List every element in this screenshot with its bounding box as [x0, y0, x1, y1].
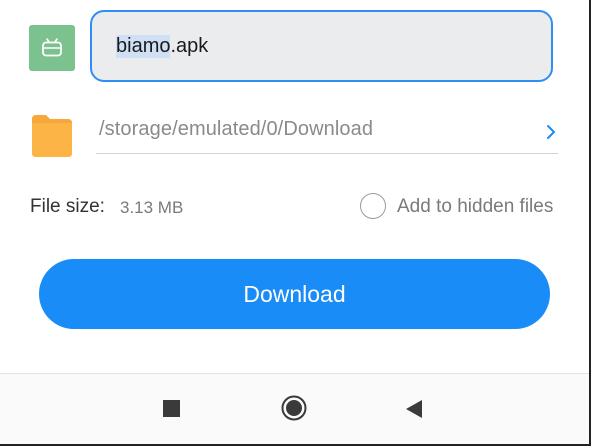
filename-extension-text: .apk — [170, 34, 209, 57]
file-size-value: 3.13 MB — [120, 198, 184, 217]
download-button[interactable]: Download — [39, 259, 550, 329]
folder-icon[interactable] — [29, 111, 75, 157]
download-button-label: Download — [243, 280, 346, 307]
hidden-files-label[interactable]: Add to hidden files — [397, 196, 553, 218]
filename-selected-text: biamo — [116, 34, 171, 58]
square-icon[interactable] — [163, 400, 180, 417]
android-apk-icon — [29, 25, 75, 71]
path-underline — [96, 153, 558, 154]
hidden-files-radio[interactable] — [360, 193, 386, 219]
filename-input[interactable]: biamo .apk — [90, 10, 553, 82]
file-size-label: File size: — [30, 196, 105, 217]
chevron-right-icon[interactable] — [544, 122, 558, 142]
download-path[interactable]: /storage/emulated/0/Download — [99, 118, 373, 141]
back-triangle-icon[interactable] — [404, 399, 424, 419]
circle-icon[interactable] — [281, 395, 307, 421]
